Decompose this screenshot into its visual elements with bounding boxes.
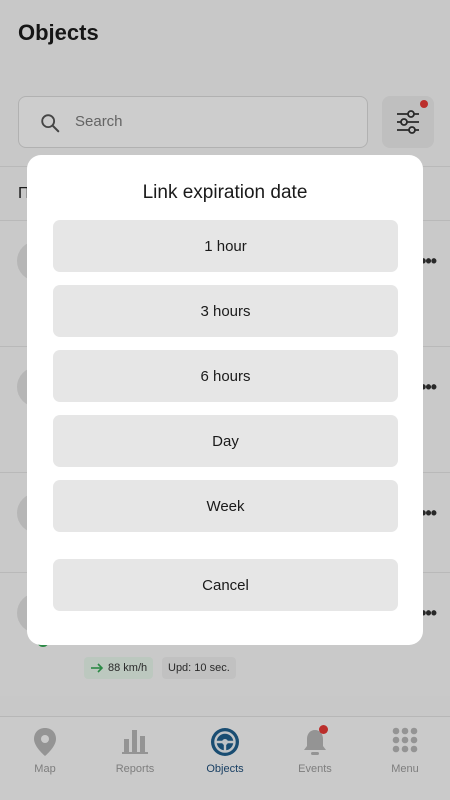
- option-6-hours-button[interactable]: 6 hours: [53, 350, 398, 402]
- option-week-button[interactable]: Week: [53, 480, 398, 532]
- option-day-button[interactable]: Day: [53, 415, 398, 467]
- link-expiration-dialog: Link expiration date 1 hour 3 hours 6 ho…: [27, 155, 423, 645]
- option-1-hour-button[interactable]: 1 hour: [53, 220, 398, 272]
- cancel-button[interactable]: Cancel: [53, 559, 398, 611]
- dialog-title: Link expiration date: [142, 182, 308, 203]
- option-3-hours-button[interactable]: 3 hours: [53, 285, 398, 337]
